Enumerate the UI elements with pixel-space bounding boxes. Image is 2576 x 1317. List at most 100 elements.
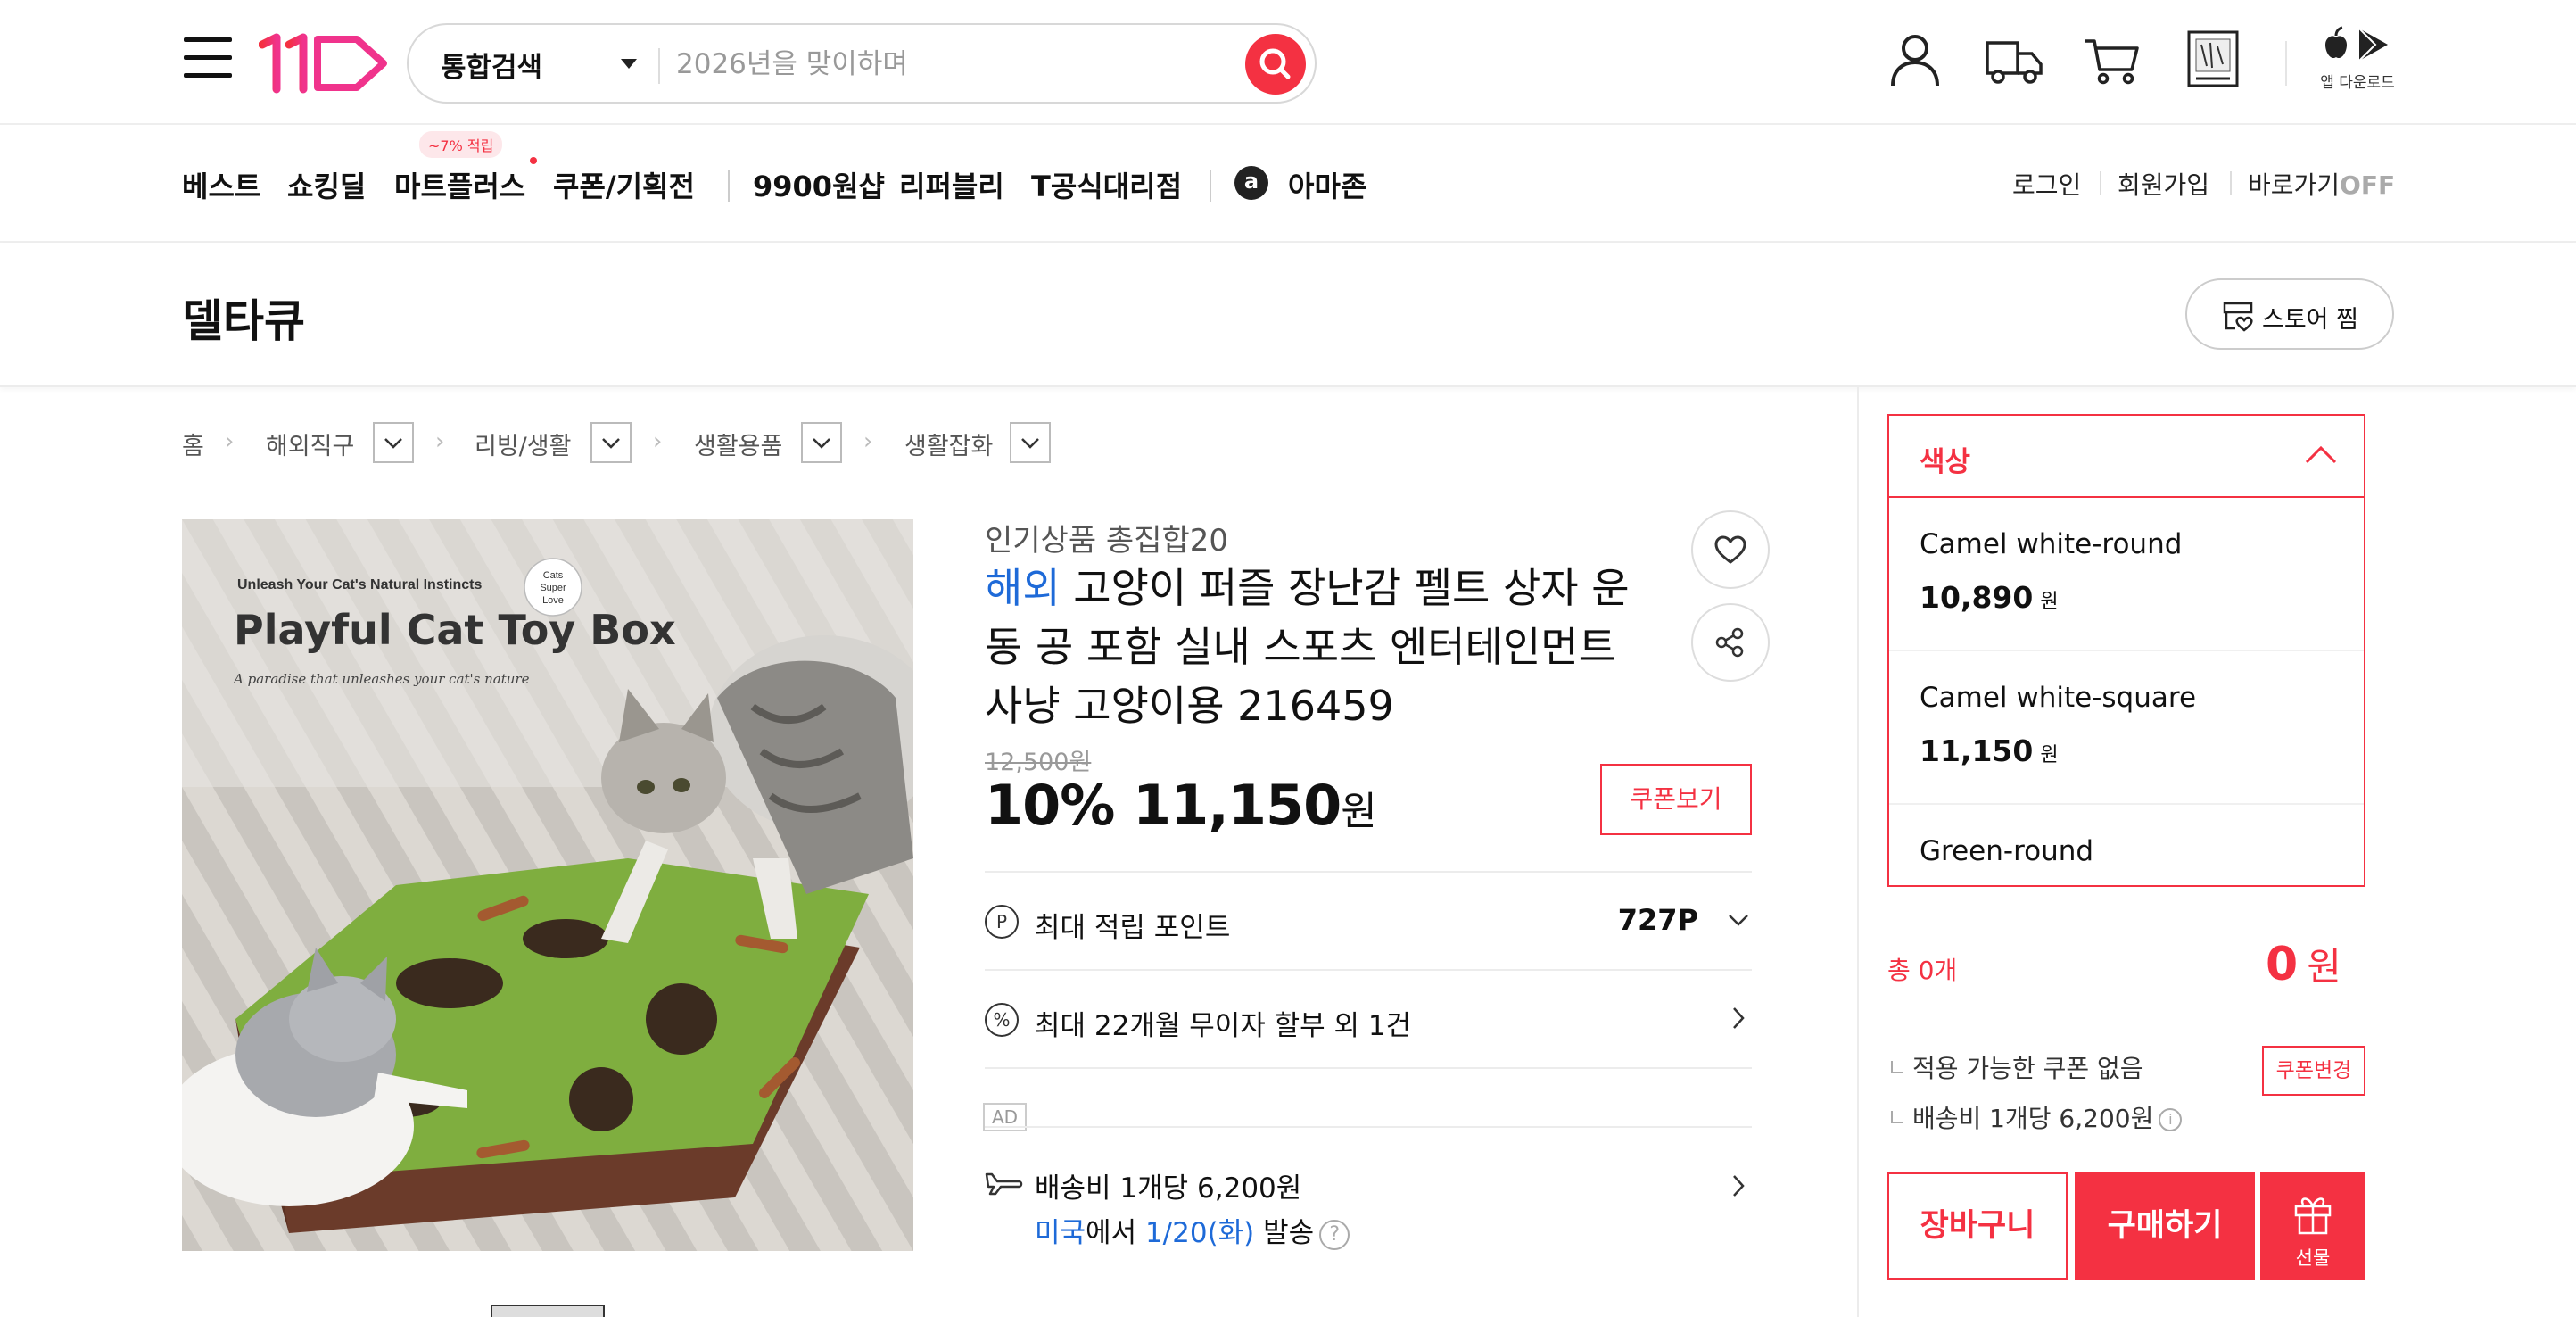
max-points-value: 727P [1617, 903, 1698, 937]
chevron-right-icon: › [863, 428, 873, 455]
divider [658, 48, 660, 84]
help-icon[interactable]: ? [1319, 1219, 1350, 1250]
top-header: 통합검색 2026년을 맞이하며 앱 다운로드 [0, 0, 2576, 125]
image-badge-text: Cats [543, 570, 564, 581]
chevron-down-icon [384, 438, 402, 449]
chevron-down-icon [813, 438, 830, 449]
cat-toy-box-illustration: Unleash Your Cat's Natural Instincts Pla… [182, 519, 913, 1251]
option-header[interactable]: 색상 [1889, 416, 2364, 498]
image-title: Playful Cat Toy Box [234, 606, 676, 654]
search-input[interactable] [676, 41, 1176, 87]
option-name: Green-round [1920, 835, 2094, 867]
store-favorite-button[interactable]: 스토어 찜 [2185, 278, 2394, 350]
option-name: Camel white-square [1920, 682, 2197, 714]
product-main-image[interactable]: Unleash Your Cat's Natural Instincts Pla… [182, 519, 913, 1251]
max-points-label: 최대 적립 포인트 [1035, 912, 1231, 944]
product-thumbnail[interactable] [491, 1305, 605, 1317]
nav-mart-plus[interactable]: 마트플러스 [394, 164, 525, 205]
chevron-right-icon: › [225, 428, 235, 455]
airplane-icon [985, 1172, 1023, 1196]
image-badge-text: Love [542, 595, 564, 606]
global-nav: 베스트 쇼킹딜 ~7% 적립 마트플러스 쿠폰/기획전 9900원샵 리퍼블리 … [0, 125, 2576, 243]
point-icon: P [985, 905, 1019, 939]
user-icon[interactable] [1889, 32, 1941, 87]
amazon-icon[interactable]: a [1234, 166, 1268, 200]
breadcrumb-dropdown[interactable] [801, 422, 842, 463]
max-points-row[interactable]: P 최대 적립 포인트 727P [985, 885, 1752, 957]
chevron-right-icon[interactable] [1725, 1172, 1752, 1199]
delivery-truck-icon[interactable] [1984, 36, 2044, 86]
info-icon[interactable]: i [2159, 1108, 2183, 1131]
ship-origin-line: 미국에서 1/20(화) 발송? [1035, 1210, 1350, 1250]
heart-icon [1714, 535, 1746, 564]
store-favorite-label: 스토어 찜 [2262, 306, 2358, 334]
breadcrumb-misc[interactable]: 생활잡화 [904, 427, 993, 461]
cart-icon[interactable] [2084, 36, 2141, 86]
product-title-text: 고양이 퍼즐 장난감 펠트 상자 운동 공 포함 실내 스포츠 엔터테인먼트 사… [985, 564, 1630, 730]
price-unit: 원 [1341, 789, 1376, 834]
coupon-change-button[interactable]: 쿠폰변경 [2262, 1046, 2365, 1096]
breadcrumb-daily-goods[interactable]: 생활용품 [694, 427, 782, 461]
mart-plus-badge: ~7% 적립 [419, 131, 503, 158]
panel-divider [1857, 387, 1859, 1317]
menu-icon[interactable] [184, 37, 232, 84]
gift-icon [2294, 1197, 2332, 1235]
gift-button[interactable]: 선물 [2260, 1172, 2365, 1280]
nav-9900-shop[interactable]: 9900원샵 [753, 164, 885, 205]
coupon-note: 적용 가능한 쿠폰 없음 [1891, 1049, 2143, 1085]
nav-shocking-deal[interactable]: 쇼킹딜 [287, 164, 366, 205]
price-value: 11,150 [1133, 773, 1342, 838]
total-count: 총 0개 [1887, 956, 1958, 985]
installment-row[interactable]: % 최대 22개월 무이자 할부 외 1건 [985, 983, 1752, 1055]
search-icon [1259, 48, 1291, 79]
search-button[interactable] [1245, 34, 1306, 95]
divider [985, 871, 1752, 873]
breadcrumb-dropdown[interactable] [1010, 422, 1051, 463]
gift-label: 선물 [2295, 1247, 2331, 1269]
ship-date: 1/20(화) [1144, 1217, 1255, 1249]
divider [2285, 41, 2287, 86]
login-link[interactable]: 로그인 [2012, 166, 2081, 202]
chevron-down-icon [602, 438, 620, 449]
search-category-select[interactable]: 통합검색 [441, 45, 542, 85]
option-header-label: 색상 [1920, 446, 1971, 478]
share-icon [1715, 627, 1744, 658]
percent-icon: % [985, 1003, 1019, 1037]
shortcut-state: OFF [2340, 170, 2396, 200]
wishlist-button[interactable] [1691, 510, 1770, 589]
add-to-cart-button[interactable]: 장바구니 [1887, 1172, 2068, 1280]
chevron-right-icon: › [653, 428, 663, 455]
share-button[interactable] [1691, 603, 1770, 682]
recent-item-thumbnail[interactable] [2187, 30, 2239, 87]
option-price: 10,890 원 [1920, 580, 2059, 615]
nav-best[interactable]: 베스트 [182, 164, 260, 205]
breadcrumb-dropdown[interactable] [590, 422, 632, 463]
image-badge-text: Super [540, 583, 566, 593]
store-bar: 델타큐 스토어 찜 [0, 243, 2576, 387]
option-item[interactable]: Camel white-square 11,150 원 [1889, 651, 2364, 805]
11st-logo[interactable] [259, 32, 389, 95]
breadcrumb-dropdown[interactable] [373, 422, 414, 463]
buy-now-button[interactable]: 구매하기 [2075, 1172, 2255, 1280]
breadcrumb-home[interactable]: 홈 [182, 427, 204, 461]
nav-refurbly[interactable]: 리퍼블리 [899, 164, 1004, 205]
option-item[interactable]: Green-round [1889, 805, 2364, 885]
divider [2100, 171, 2101, 195]
app-store-icons [2325, 26, 2388, 62]
nav-t-official[interactable]: T공식대리점 [1031, 164, 1182, 205]
app-download[interactable]: 앱 다운로드 [2317, 23, 2398, 92]
shipping-note: 배송비 1개당 6,200원 i [1891, 1099, 2183, 1135]
view-coupon-button[interactable]: 쿠폰보기 [1600, 764, 1752, 835]
option-price: 11,150 원 [1920, 733, 2059, 768]
overseas-tag: 해외 [985, 564, 1061, 612]
breadcrumb-overseas[interactable]: 해외직구 [266, 427, 354, 461]
shortcut-toggle[interactable]: 바로가기OFF [2248, 166, 2395, 202]
signup-link[interactable]: 회원가입 [2118, 166, 2209, 202]
breadcrumb-living[interactable]: 리빙/생활 [475, 427, 571, 461]
divider [728, 170, 730, 202]
option-item[interactable]: Camel white-round 10,890 원 [1889, 498, 2364, 651]
nav-amazon[interactable]: 아마존 [1288, 164, 1366, 205]
caret-down-icon[interactable] [621, 59, 637, 69]
store-name[interactable]: 델타큐 [182, 286, 305, 350]
nav-coupon-event[interactable]: 쿠폰/기획전 [553, 164, 695, 205]
